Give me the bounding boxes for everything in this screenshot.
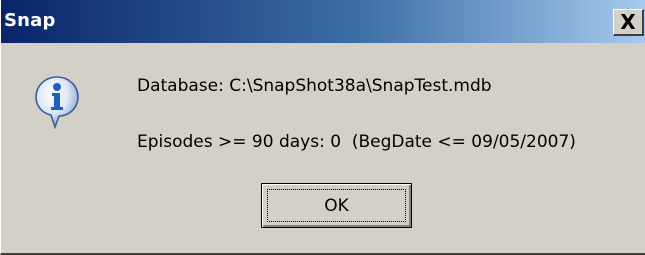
title-bar[interactable]: Snap X bbox=[1, 0, 645, 43]
message-dialog: Snap X Database: C:\SnapShot38a\SnapTest… bbox=[0, 0, 645, 255]
close-icon: X bbox=[620, 10, 636, 34]
close-button[interactable]: X bbox=[613, 9, 644, 36]
ok-button[interactable]: OK bbox=[261, 183, 412, 228]
window-title: Snap bbox=[4, 10, 56, 31]
information-icon bbox=[35, 76, 79, 129]
episodes-count-text: Episodes >= 90 days: 0 (BegDate <= 09/05… bbox=[137, 132, 576, 152]
focus-rectangle bbox=[267, 189, 406, 222]
database-path-text: Database: C:\SnapShot38a\SnapTest.mdb bbox=[137, 76, 492, 96]
